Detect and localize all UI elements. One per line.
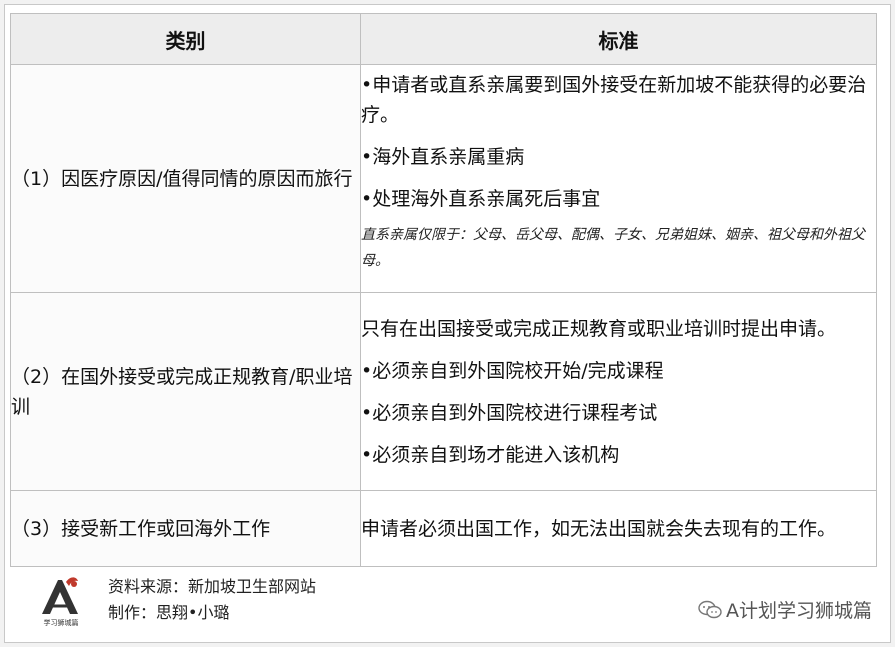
standard-item: •申请者或直系亲属要到国外接受在新加坡不能获得的必要治疗。 xyxy=(361,73,867,126)
source-credit: 资料来源：新加坡卫生部网站 制作：思翔•小璐 xyxy=(108,574,316,626)
footer: 学习狮城篇 资料来源：新加坡卫生部网站 制作：思翔•小璐 A计划学习狮城篇 xyxy=(10,566,876,636)
category-cell: （3）接受新工作或回海外工作 xyxy=(10,490,361,567)
table-header-row: 类别 标准 xyxy=(10,13,877,65)
standard-item: 只有在出国接受或完成正规教育或职业培训时提出申请。 xyxy=(361,317,837,340)
standard-item: •必须亲自到场才能进入该机构 xyxy=(361,443,620,466)
relatives-note: 直系亲属仅限于：父母、岳父母、配偶、子女、兄弟姐妹、姻亲、祖父母和外祖父母。 xyxy=(361,226,865,269)
column-header-standard: 标准 xyxy=(360,13,877,65)
standard-cell: •申请者或直系亲属要到国外接受在新加坡不能获得的必要治疗。 •海外直系亲属重病 … xyxy=(360,64,877,293)
lion-city-logo: 学习狮城篇 xyxy=(42,577,79,627)
logo-text: 学习狮城篇 xyxy=(44,618,79,627)
wechat-icon xyxy=(698,600,722,618)
watermark-text: A计划学习狮城篇 xyxy=(726,600,872,622)
author-text: 制作：思翔•小璐 xyxy=(108,603,230,622)
watermark: A计划学习狮城篇 xyxy=(698,596,872,623)
table-row: （1）因医疗原因/值得同情的原因而旅行 •申请者或直系亲属要到国外接受在新加坡不… xyxy=(10,64,877,293)
standard-item: •必须亲自到外国院校开始/完成课程 xyxy=(361,359,664,382)
source-text: 资料来源：新加坡卫生部网站 xyxy=(108,577,317,596)
category-cell: （2）在国外接受或完成正规教育/职业培训 xyxy=(10,292,361,491)
standard-item: •必须亲自到外国院校进行课程考试 xyxy=(361,401,658,424)
standard-item: •海外直系亲属重病 xyxy=(361,145,525,168)
category-cell: （1）因医疗原因/值得同情的原因而旅行 xyxy=(10,64,361,293)
column-header-category: 类别 xyxy=(10,13,361,65)
table-row: （3）接受新工作或回海外工作 申请者必须出国工作，如无法出国就会失去现有的工作。 xyxy=(10,490,877,567)
standard-cell: 只有在出国接受或完成正规教育或职业培训时提出申请。 •必须亲自到外国院校开始/完… xyxy=(360,292,877,491)
standard-cell: 申请者必须出国工作，如无法出国就会失去现有的工作。 xyxy=(360,490,877,567)
table-row: （2）在国外接受或完成正规教育/职业培训 只有在出国接受或完成正规教育或职业培训… xyxy=(10,292,877,491)
standard-item: 申请者必须出国工作，如无法出国就会失去现有的工作。 xyxy=(361,517,837,540)
standard-item: •处理海外直系亲属死后事宜 xyxy=(361,187,601,210)
policy-table: 类别 标准 （1）因医疗原因/值得同情的原因而旅行 •申请者或直系亲属要到国外接… xyxy=(10,13,877,567)
